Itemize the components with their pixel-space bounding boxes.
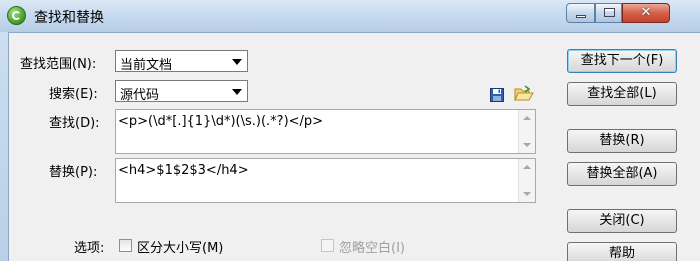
find-next-button[interactable]: 查找下一个(F) — [567, 49, 677, 73]
replace-all-button[interactable]: 替换全部(A) — [567, 162, 677, 186]
find-textarea[interactable]: <p>(\d*[.]{1}\d*)(\s.)(.*?)</p> — [115, 109, 536, 154]
search-label: 搜索(E): — [49, 87, 98, 102]
options-label: 选项: — [74, 241, 105, 256]
scope-label: 查找范围(N): — [20, 57, 97, 72]
scroll-down-icon — [523, 143, 531, 147]
replace-scrollbar[interactable] — [518, 159, 535, 202]
find-label: 查找(D): — [49, 116, 100, 131]
find-all-button[interactable]: 查找全部(L) — [567, 82, 677, 106]
app-logo-icon — [7, 6, 26, 25]
search-select[interactable]: 源代码 — [115, 80, 248, 103]
window-title: 查找和替换 — [34, 10, 104, 26]
dialog-body: 查找范围(N): 当前文档 搜索(E): 源代码 查找(D): <p>(\d*[… — [8, 32, 700, 261]
search-value: 源代码 — [120, 88, 160, 103]
scope-select[interactable]: 当前文档 — [115, 50, 248, 73]
scroll-up-icon — [523, 165, 531, 169]
ignore-whitespace-checkbox[interactable] — [321, 239, 334, 252]
ignore-whitespace-label[interactable]: 忽略空白(I) — [339, 237, 405, 256]
chevron-down-icon — [232, 59, 242, 65]
chevron-down-icon — [232, 89, 242, 95]
scroll-down-icon — [523, 192, 531, 196]
scroll-up-icon — [523, 116, 531, 120]
find-text: <p>(\d*[.]{1}\d*)(\s.)(.*?)</p> — [118, 114, 324, 129]
open-folder-icon[interactable] — [514, 85, 534, 102]
match-case-checkbox[interactable] — [119, 239, 132, 252]
minimize-button[interactable] — [566, 3, 595, 23]
maximize-icon — [604, 8, 615, 17]
help-button[interactable]: 帮助 — [567, 242, 677, 261]
close-window-button[interactable]: ✕ — [622, 3, 670, 23]
replace-label: 替换(P): — [49, 165, 98, 180]
title-bar[interactable]: 查找和替换 ✕ — [0, 0, 700, 32]
minimize-icon — [576, 15, 586, 18]
maximize-button[interactable] — [595, 3, 622, 23]
scope-value: 当前文档 — [120, 58, 173, 73]
replace-button[interactable]: 替换(R) — [567, 129, 677, 153]
match-case-label[interactable]: 区分大小写(M) — [137, 237, 223, 256]
close-button[interactable]: 关闭(C) — [567, 209, 677, 233]
replace-text: <h4>$1$2$3</h4> — [118, 163, 249, 178]
find-replace-dialog: 查找和替换 ✕ 查找范围(N): 当前文档 搜索(E): 源代码 查找(D): … — [0, 0, 700, 261]
close-icon: ✕ — [640, 5, 652, 20]
find-scrollbar[interactable] — [518, 110, 535, 153]
save-icon[interactable] — [490, 88, 504, 102]
replace-textarea[interactable]: <h4>$1$2$3</h4> — [115, 158, 536, 203]
